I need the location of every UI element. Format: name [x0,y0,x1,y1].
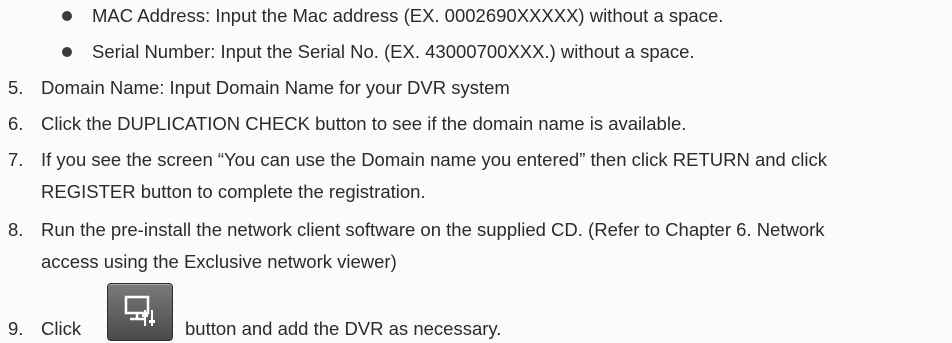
step-number: 9. [8,318,24,339]
step-6-text: Click the DUPLICATION CHECK button to se… [41,113,687,134]
step-number: 7. [8,149,24,170]
step-number: 5. [8,77,24,98]
bullet-mac-address: MAC Address: Input the Mac address (EX. … [92,5,724,26]
network-viewer-settings-icon [107,283,173,341]
step-9-text-before: Click [41,318,82,339]
bullet-dot [62,11,72,21]
step-8-text-line-2: access using the Exclusive network viewe… [41,251,397,272]
step-number: 6. [8,113,24,134]
step-7-text-line-1: If you see the screen “You can use the D… [41,149,827,170]
step-7-text-line-2: REGISTER button to complete the registra… [41,181,426,202]
bullet-dot [62,47,72,57]
step-8-text-line-1: Run the pre-install the network client s… [41,219,825,240]
step-9-text-after: button and add the DVR as necessary. [185,318,502,339]
bullet-serial-number: Serial Number: Input the Serial No. (EX.… [92,41,695,62]
step-number: 8. [8,219,24,240]
step-5-text: Domain Name: Input Domain Name for your … [41,77,510,98]
